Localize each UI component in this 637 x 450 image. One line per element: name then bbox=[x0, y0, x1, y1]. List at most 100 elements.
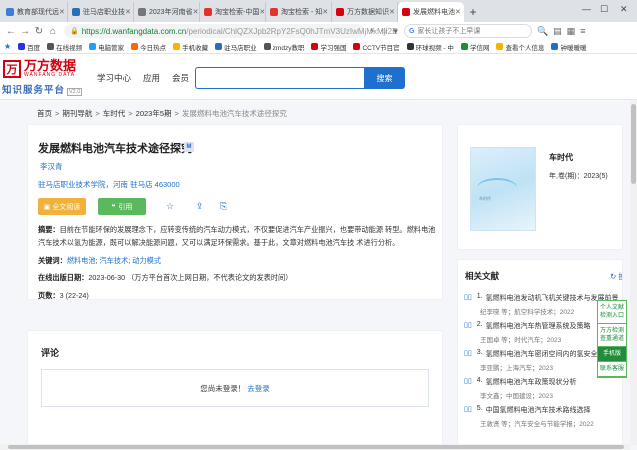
browser-tab[interactable]: 淘宝检索 - 知 ✕ bbox=[266, 2, 332, 22]
author-link[interactable]: 李汉青 bbox=[40, 161, 63, 172]
tab-favicon bbox=[402, 8, 410, 16]
platform-label: 知识服务平台 bbox=[2, 85, 66, 96]
browser-tab[interactable]: 发展燃料电池 ✕ bbox=[398, 2, 464, 22]
bookmark-icon bbox=[18, 43, 26, 50]
grid-icon[interactable]: ▦ bbox=[567, 26, 576, 37]
related-item-number: 5. bbox=[476, 405, 483, 412]
mobile-version-button[interactable]: 手机版 bbox=[598, 347, 626, 362]
scrollbar-thumb[interactable] bbox=[631, 104, 636, 184]
related-item-title[interactable]: 氢燃料电池汽车密闭空间内的氢安全 bbox=[486, 349, 598, 359]
bookmark-icon bbox=[263, 43, 271, 50]
hscrollbar-thumb[interactable] bbox=[8, 445, 624, 449]
breadcrumb-journals[interactable]: 期刊导航 bbox=[62, 108, 92, 119]
bookmark-item[interactable]: 电脑管家 bbox=[89, 42, 124, 52]
tab-close-icon[interactable]: ✕ bbox=[193, 8, 199, 16]
bookmark-item[interactable]: 在线视频 bbox=[47, 42, 82, 52]
forward-icon[interactable]: → bbox=[18, 26, 32, 37]
vertical-scrollbar[interactable] bbox=[630, 100, 637, 445]
browser-tab[interactable]: 万方数据知识 ✕ bbox=[332, 2, 398, 22]
address-bar: ← → ↻ ⌂ 🔒 https://d.wanfangdata.com.cn/p… bbox=[0, 22, 637, 40]
pages-value: 3 (22-24) bbox=[59, 291, 89, 300]
home-icon[interactable]: ⌂ bbox=[46, 26, 60, 37]
cite-label: 引用 bbox=[118, 203, 133, 211]
bookmark-item[interactable]: zmdzy教职 bbox=[263, 42, 304, 52]
bookmark-item[interactable]: 百度 bbox=[18, 42, 40, 52]
breadcrumb-issue[interactable]: 2023年5期 bbox=[136, 108, 172, 119]
bookmark-item[interactable]: 驻马店职业 bbox=[215, 42, 257, 52]
book-icon: ▯▯ bbox=[464, 350, 472, 357]
related-item-title[interactable]: 氢燃料电池汽车热管理系统及策略 bbox=[486, 321, 591, 331]
new-tab-button[interactable]: + bbox=[464, 2, 482, 22]
bookmark-item[interactable]: 查看个人信息 bbox=[496, 42, 544, 52]
affiliation-link[interactable]: 驻马店职业技术学院，河南 驻马店 463000 bbox=[38, 179, 180, 190]
extensions-icon[interactable]: ▤ bbox=[553, 26, 562, 37]
bookmark-item[interactable]: CCTV节目官 bbox=[353, 42, 400, 52]
share-icon[interactable]: ⇪ bbox=[196, 201, 204, 212]
abstract-text: 目前在节能环保的发展理念下，应转变传统的汽车动力模式，不仅要促进汽车产业振兴，也… bbox=[38, 225, 436, 247]
bookmark-label: 钟暖暖暖 bbox=[560, 44, 587, 52]
browser-tab[interactable]: 驻马店职业技 ✕ bbox=[68, 2, 134, 22]
site-search-input[interactable] bbox=[195, 67, 365, 89]
lock-icon: 🔒 bbox=[70, 28, 79, 35]
bookmarks-menu-icon[interactable]: ★ bbox=[4, 42, 11, 51]
url-field[interactable]: 🔒 https://d.wanfangdata.com.cn/periodica… bbox=[64, 24, 397, 38]
more-icon[interactable]: ≡ bbox=[580, 26, 585, 36]
related-item-title[interactable]: 氢燃料电池汽车政策现状分析 bbox=[486, 377, 577, 387]
reload-icon[interactable]: ↻ bbox=[32, 26, 46, 37]
tab-favicon bbox=[6, 8, 14, 16]
customer-service-button[interactable]: 联系客服 bbox=[598, 362, 626, 377]
media-badge[interactable]: M bbox=[184, 142, 194, 152]
journal-name[interactable]: 车时代 bbox=[549, 152, 573, 163]
browser-tab[interactable]: 淘宝检索-中国 ✕ bbox=[200, 2, 266, 22]
favorite-star-icon[interactable]: ☆ bbox=[166, 201, 174, 212]
tab-close-icon[interactable]: ✕ bbox=[259, 8, 265, 16]
nav-learning-center[interactable]: 学习中心 bbox=[97, 72, 131, 84]
export-icon[interactable]: ⎘ bbox=[220, 201, 227, 212]
tab-close-icon[interactable]: ✕ bbox=[389, 8, 395, 16]
tab-close-icon[interactable]: ✕ bbox=[322, 8, 328, 16]
bookmark-item[interactable]: 钟暖暖暖 bbox=[551, 42, 586, 52]
bookmark-item[interactable]: 手机收藏 bbox=[173, 42, 208, 52]
breadcrumb-home[interactable]: 首页 bbox=[37, 108, 52, 119]
related-item-title[interactable]: 中国氢燃料电池汽车技术路线选择 bbox=[486, 405, 591, 415]
browser-tab[interactable]: 2023年河南省 ✕ bbox=[134, 2, 200, 22]
journal-cover[interactable]: 车时代 bbox=[470, 147, 536, 231]
site-search-button[interactable]: 搜索 bbox=[364, 67, 405, 89]
login-link[interactable]: 去登录 bbox=[247, 383, 270, 394]
browser-tab[interactable]: 教育部现代远 ✕ bbox=[2, 2, 68, 22]
close-window-icon[interactable]: ✕ bbox=[620, 4, 628, 15]
breadcrumb-journal[interactable]: 车时代 bbox=[103, 108, 126, 119]
browser-search-input[interactable]: G 家长让孩子不上早课 bbox=[403, 24, 532, 38]
menu-icon[interactable]: ▾ bbox=[393, 26, 398, 37]
nav-apps[interactable]: 应用 bbox=[143, 72, 160, 84]
tab-close-icon[interactable]: ✕ bbox=[125, 8, 131, 16]
lightning-icon[interactable]: ⚡ bbox=[369, 26, 375, 37]
bookmark-item[interactable]: 今日热点 bbox=[131, 42, 166, 52]
tab-close-icon[interactable]: ✕ bbox=[59, 8, 65, 16]
back-icon[interactable]: ← bbox=[4, 26, 18, 37]
bookmark-icon bbox=[353, 43, 361, 50]
bookmark-item[interactable]: 学信网 bbox=[460, 42, 489, 52]
related-title: 相关文献 bbox=[465, 271, 500, 281]
cite-button[interactable]: ❝ 引用 bbox=[98, 198, 146, 215]
keyword-link[interactable]: 动力模式 bbox=[132, 256, 161, 265]
plagiarism-check-entry[interactable]: 万方检测查重通道 bbox=[598, 324, 626, 347]
related-item[interactable]: ▯▯ 5. 中国氢燃料电池汽车技术路线选择 王敦贤 等；汽车安全与节能学报；2022 bbox=[464, 405, 622, 428]
keyword-link[interactable]: 汽车技术 bbox=[100, 256, 129, 265]
main-nav: 学习中心 应用 会员 bbox=[97, 72, 201, 84]
personal-check-entry[interactable]: 个人文献检测入口 bbox=[598, 301, 626, 324]
fulltext-button[interactable]: ▣ 全文阅读 bbox=[38, 198, 86, 215]
horizontal-scrollbar[interactable] bbox=[0, 444, 630, 450]
keyword-link[interactable]: 燃料电池 bbox=[67, 256, 96, 265]
nav-membership[interactable]: 会员 bbox=[172, 72, 189, 84]
related-item[interactable]: ▯▯ 4. 氢燃料电池汽车政策现状分析 李文鑫；中国建设；2023 bbox=[464, 377, 622, 400]
search-icon[interactable]: 🔍 bbox=[537, 26, 548, 37]
bookmark-item[interactable]: 学习强国 bbox=[311, 42, 346, 52]
minimize-icon[interactable]: — bbox=[582, 4, 591, 14]
bookmark-item[interactable]: 环球视频 - 中 bbox=[406, 42, 454, 52]
wanfang-logo[interactable]: 万 万方数据 WANFANG DATA bbox=[3, 59, 76, 78]
star-icon[interactable]: ☆ bbox=[380, 26, 388, 37]
tab-close-icon[interactable]: ✕ bbox=[455, 8, 461, 16]
maximize-icon[interactable]: ☐ bbox=[600, 4, 608, 15]
related-refresh[interactable]: ↻ 换 bbox=[610, 271, 622, 282]
